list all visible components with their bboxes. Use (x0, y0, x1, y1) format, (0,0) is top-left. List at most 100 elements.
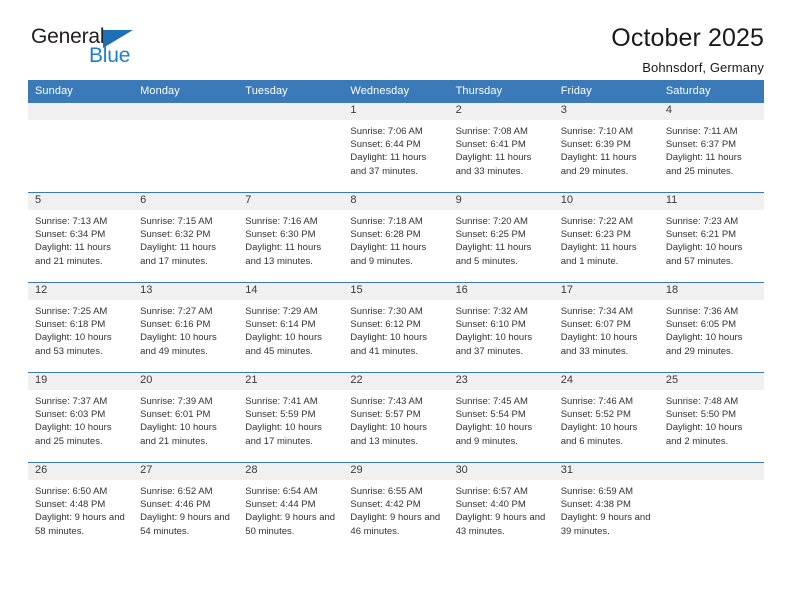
sunset-text: Sunset: 6:37 PM (665, 139, 737, 151)
day-details: Sunrise: 7:39 AM Sunset: 6:01 PM Daylight:… (133, 390, 238, 448)
calendar-cell-day[interactable]: 31 Sunrise: 6:59 AM Sunset: 4:38 PM Dayligh… (553, 462, 659, 552)
day-details: Sunrise: 6:55 AM Sunset: 4:42 PM Daylight:… (343, 480, 448, 538)
daylight-text: Daylight: 10 hours and 6 minutes. (560, 422, 638, 447)
day-details: Sunrise: 7:34 AM Sunset: 6:07 PM Daylight:… (554, 300, 659, 358)
calendar-cell-day[interactable]: 3 Sunrise: 7:10 AM Sunset: 6:39 PM Daylight… (553, 102, 659, 193)
sunrise-text: Sunrise: 7:25 AM (35, 306, 108, 317)
daylight-text: Daylight: 9 hours and 50 minutes. (245, 512, 336, 537)
calendar-cell-day[interactable]: 25 Sunrise: 7:48 AM Sunset: 5:50 PM Dayligh… (658, 372, 764, 463)
sunrise-text: Sunrise: 7:36 AM (665, 306, 739, 317)
sunrise-text: Sunrise: 7:18 AM (350, 216, 423, 227)
calendar-cell-day[interactable]: 23 Sunrise: 7:45 AM Sunset: 5:54 PM Dayligh… (448, 372, 554, 463)
daylight-text: Daylight: 10 hours and 13 minutes. (350, 422, 427, 447)
calendar-cell-day[interactable]: 10 Sunrise: 7:22 AM Sunset: 6:23 PM Dayligh… (553, 192, 659, 283)
calendar-week-row: 12 Sunrise: 7:25 AM Sunset: 6:18 PM Dayligh… (28, 282, 764, 373)
sunrise-text: Sunrise: 7:32 AM (455, 306, 528, 317)
calendar-week-row: 19 Sunrise: 7:37 AM Sunset: 6:03 PM Dayligh… (28, 372, 764, 463)
daylight-text: Daylight: 10 hours and 21 minutes. (140, 422, 217, 447)
sunrise-text: Sunrise: 6:57 AM (455, 486, 528, 497)
calendar-cell-day[interactable]: 9 Sunrise: 7:20 AM Sunset: 6:25 PM Daylight… (448, 192, 554, 283)
calendar-cell-day[interactable]: 29 Sunrise: 6:55 AM Sunset: 4:42 PM Dayligh… (343, 462, 449, 552)
day-number: 14 (238, 283, 344, 300)
daylight-text: Daylight: 10 hours and 17 minutes. (245, 422, 322, 447)
day-number: 3 (553, 103, 659, 120)
daylight-text: Daylight: 10 hours and 41 minutes. (350, 332, 427, 357)
sunrise-text: Sunrise: 7:34 AM (560, 306, 634, 317)
day-number: 22 (343, 373, 449, 390)
day-details: Sunrise: 7:20 AM Sunset: 6:25 PM Daylight:… (449, 210, 554, 268)
day-number: 29 (343, 463, 449, 480)
day-details: Sunrise: 7:11 AM Sunset: 6:37 PM Daylight:… (659, 120, 764, 178)
calendar-cell-day[interactable]: 11 Sunrise: 7:23 AM Sunset: 6:21 PM Dayligh… (658, 192, 764, 283)
day-details: Sunrise: 7:13 AM Sunset: 6:34 PM Daylight:… (28, 210, 133, 268)
daylight-text: Daylight: 9 hours and 54 minutes. (140, 512, 230, 537)
sunrise-text: Sunrise: 7:23 AM (665, 216, 739, 227)
day-number (658, 463, 764, 480)
calendar-week-row: 26 Sunrise: 6:50 AM Sunset: 4:48 PM Dayligh… (28, 462, 764, 552)
day-number: 30 (448, 463, 554, 480)
day-number: 15 (343, 283, 449, 300)
daylight-text: Daylight: 11 hours and 9 minutes. (350, 242, 427, 267)
day-details: Sunrise: 7:43 AM Sunset: 5:57 PM Daylight:… (343, 390, 448, 448)
day-number: 2 (448, 103, 554, 120)
calendar-cell-day[interactable]: 26 Sunrise: 6:50 AM Sunset: 4:48 PM Dayligh… (28, 462, 134, 552)
calendar-cell-day[interactable]: 8 Sunrise: 7:18 AM Sunset: 6:28 PM Daylight… (343, 192, 449, 283)
calendar-cell-day[interactable]: 1 Sunrise: 7:06 AM Sunset: 6:44 PM Daylight… (343, 102, 449, 193)
day-number: 5 (28, 193, 134, 210)
calendar-cell-day[interactable]: 19 Sunrise: 7:37 AM Sunset: 6:03 PM Dayligh… (28, 372, 134, 463)
day-details: Sunrise: 7:16 AM Sunset: 6:30 PM Daylight:… (238, 210, 343, 268)
sunset-text: Sunset: 6:34 PM (35, 229, 106, 241)
calendar-cell-day[interactable]: 22 Sunrise: 7:43 AM Sunset: 5:57 PM Dayligh… (343, 372, 449, 463)
sunrise-text: Sunrise: 7:11 AM (665, 126, 738, 137)
calendar-cell-day[interactable]: 21 Sunrise: 7:41 AM Sunset: 5:59 PM Dayligh… (238, 372, 344, 463)
day-number: 24 (553, 373, 659, 390)
title-block: October 2025 Bohnsdorf, Germany (611, 24, 764, 75)
daylight-text: Daylight: 9 hours and 39 minutes. (560, 512, 651, 537)
day-number: 4 (658, 103, 764, 120)
day-details: Sunrise: 7:29 AM Sunset: 6:14 PM Daylight:… (238, 300, 343, 358)
sunset-text: Sunset: 6:05 PM (665, 319, 737, 331)
calendar-cell-day[interactable]: 7 Sunrise: 7:16 AM Sunset: 6:30 PM Daylight… (238, 192, 344, 283)
day-details: Sunrise: 7:48 AM Sunset: 5:50 PM Daylight:… (659, 390, 764, 448)
sunrise-text: Sunrise: 7:15 AM (140, 216, 213, 227)
sunrise-text: Sunrise: 6:54 AM (245, 486, 318, 497)
day-details: Sunrise: 7:45 AM Sunset: 5:54 PM Daylight:… (449, 390, 554, 448)
calendar-cell-day[interactable]: 20 Sunrise: 7:39 AM Sunset: 6:01 PM Dayligh… (133, 372, 239, 463)
day-number: 16 (448, 283, 554, 300)
day-number: 27 (133, 463, 239, 480)
calendar-cell-day[interactable]: 4 Sunrise: 7:11 AM Sunset: 6:37 PM Daylight… (658, 102, 764, 193)
calendar-cell-empty (238, 102, 344, 193)
calendar-cell-day[interactable]: 17 Sunrise: 7:34 AM Sunset: 6:07 PM Dayligh… (553, 282, 659, 373)
calendar-cell-day[interactable]: 16 Sunrise: 7:32 AM Sunset: 6:10 PM Dayligh… (448, 282, 554, 373)
sunset-text: Sunset: 4:42 PM (350, 499, 421, 511)
calendar-cell-day[interactable]: 6 Sunrise: 7:15 AM Sunset: 6:32 PM Daylight… (133, 192, 239, 283)
calendar-cell-day[interactable]: 15 Sunrise: 7:30 AM Sunset: 6:12 PM Dayligh… (343, 282, 449, 373)
calendar-cell-day[interactable]: 13 Sunrise: 7:27 AM Sunset: 6:16 PM Dayligh… (133, 282, 239, 373)
calendar-cell-day[interactable]: 18 Sunrise: 7:36 AM Sunset: 6:05 PM Dayligh… (658, 282, 764, 373)
logo-word-blue: Blue (89, 44, 131, 67)
general-blue-logo[interactable]: General Blue (28, 24, 148, 72)
calendar-cell-day[interactable]: 30 Sunrise: 6:57 AM Sunset: 4:40 PM Dayligh… (448, 462, 554, 552)
day-number: 31 (553, 463, 659, 480)
sunset-text: Sunset: 6:28 PM (350, 229, 421, 241)
day-details: Sunrise: 7:25 AM Sunset: 6:18 PM Daylight:… (28, 300, 133, 358)
calendar-cell-day[interactable]: 14 Sunrise: 7:29 AM Sunset: 6:14 PM Dayligh… (238, 282, 344, 373)
calendar-cell-day[interactable]: 28 Sunrise: 6:54 AM Sunset: 4:44 PM Dayligh… (238, 462, 344, 552)
daylight-text: Daylight: 10 hours and 29 minutes. (665, 332, 743, 357)
calendar-cell-empty (28, 102, 134, 193)
calendar-cell-day[interactable]: 12 Sunrise: 7:25 AM Sunset: 6:18 PM Dayligh… (28, 282, 134, 373)
sunset-text: Sunset: 6:03 PM (35, 409, 106, 421)
sunset-text: Sunset: 5:50 PM (665, 409, 737, 421)
calendar-cell-day[interactable]: 5 Sunrise: 7:13 AM Sunset: 6:34 PM Daylight… (28, 192, 134, 283)
sunrise-text: Sunrise: 6:59 AM (560, 486, 634, 497)
sunrise-text: Sunrise: 7:27 AM (140, 306, 213, 317)
calendar-cell-day[interactable]: 24 Sunrise: 7:46 AM Sunset: 5:52 PM Dayligh… (553, 372, 659, 463)
calendar-cell-day[interactable]: 27 Sunrise: 6:52 AM Sunset: 4:46 PM Dayligh… (133, 462, 239, 552)
day-number: 11 (658, 193, 764, 210)
day-number: 26 (28, 463, 134, 480)
daylight-text: Daylight: 10 hours and 57 minutes. (665, 242, 743, 267)
calendar-cell-empty (658, 462, 764, 552)
calendar-cell-empty (133, 102, 239, 193)
calendar-cell-day[interactable]: 2 Sunrise: 7:08 AM Sunset: 6:41 PM Daylight… (448, 102, 554, 193)
page-header: General Blue October 2025 Bohnsdorf, Ger… (28, 0, 764, 76)
